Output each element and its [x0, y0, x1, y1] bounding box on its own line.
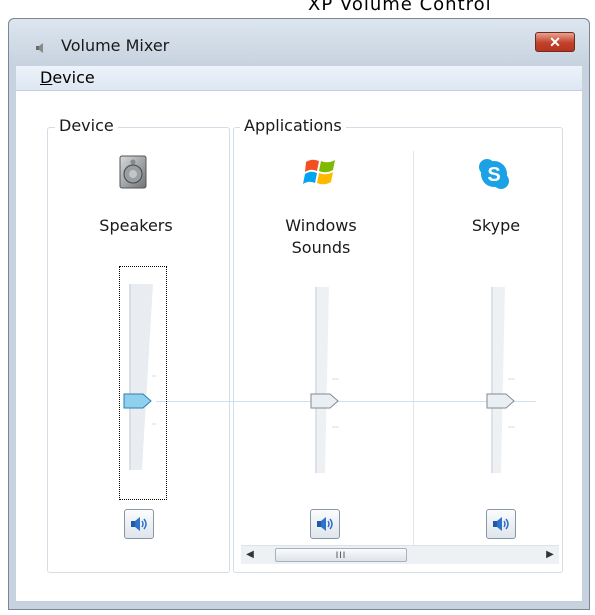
applications-group-label: Applications — [240, 116, 346, 135]
close-button[interactable]: ✕ — [535, 32, 575, 52]
menu-device[interactable]: Device — [40, 68, 95, 87]
speaker-volume-icon — [317, 517, 333, 531]
slider-link-line — [156, 401, 536, 402]
windows-sounds-mute-button[interactable] — [310, 509, 340, 539]
skype-icon: S — [479, 159, 509, 189]
skype-track-shape — [491, 287, 515, 473]
menu-device-rest: evice — [52, 68, 95, 87]
scrollbar-thumb[interactable]: III — [275, 548, 407, 562]
speaker-small-icon — [36, 43, 43, 53]
channel-label-skype: Skype — [471, 216, 521, 235]
svg-text:S: S — [487, 164, 500, 186]
windows-sounds-volume-thumb[interactable] — [310, 392, 340, 410]
image-caption: XP Volume Control — [308, 0, 492, 15]
mixer-client-area: Device Applications Speakers Windows Sou… — [16, 91, 582, 602]
scroll-left-arrow-icon[interactable]: ◀ — [241, 546, 259, 564]
windows-sounds-volume-track[interactable] — [312, 285, 342, 475]
window-title: Volume Mixer — [61, 36, 170, 55]
speakers-track-shape — [129, 284, 156, 470]
volume-mixer-window: Volume Mixer ✕ Device Device Application… — [8, 18, 590, 610]
menu-bar: Device — [16, 66, 582, 91]
menu-device-accelerator: D — [40, 68, 53, 87]
windows-sounds-track-shape — [315, 287, 339, 473]
windows-sounds-line2: Sounds — [291, 238, 351, 257]
title-bar[interactable]: Volume Mixer ✕ — [9, 19, 589, 69]
speaker-icon — [119, 155, 147, 189]
skype-mute-button[interactable] — [486, 509, 516, 539]
speakers-volume-thumb[interactable] — [123, 392, 153, 410]
applications-horizontal-scrollbar[interactable]: ◀ III ▶ — [241, 545, 559, 564]
skype-volume-thumb[interactable] — [486, 392, 516, 410]
scroll-right-arrow-icon[interactable]: ▶ — [541, 546, 559, 564]
device-group-label: Device — [55, 116, 118, 135]
windows-logo-icon — [303, 159, 335, 185]
speakers-volume-track[interactable] — [126, 282, 156, 472]
windows-sounds-line1: Windows — [285, 216, 357, 235]
channel-label-speakers: Speakers — [99, 216, 173, 235]
column-separator — [413, 151, 414, 545]
channel-label-windows-sounds: Windows Sounds — [271, 215, 371, 259]
skype-volume-track[interactable] — [488, 285, 518, 475]
speaker-volume-icon — [131, 517, 147, 531]
speaker-volume-icon — [493, 517, 509, 531]
speakers-mute-button[interactable] — [124, 509, 154, 539]
